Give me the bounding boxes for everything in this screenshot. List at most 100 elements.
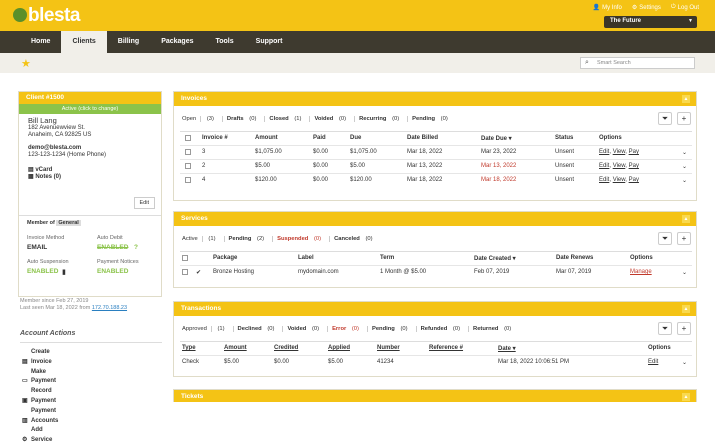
tab-pending[interactable]: Pending (2) (225, 236, 274, 242)
tab-voided[interactable]: Voided (0) (310, 116, 356, 122)
client-name: Bill Lang (28, 116, 57, 125)
create-invoice-action[interactable]: ▤Create Invoice (22, 348, 52, 368)
edit-link[interactable]: Edit (599, 149, 609, 155)
pay-link[interactable]: Pay (629, 177, 639, 183)
nav-billing[interactable]: Billing (107, 31, 150, 53)
add-service-action[interactable]: ⚙Add Service (22, 426, 52, 446)
nav-home[interactable]: Home (20, 31, 61, 53)
view-link[interactable]: View (613, 149, 626, 155)
edit-link[interactable]: Edit (599, 177, 609, 183)
row-checkbox[interactable] (185, 177, 191, 183)
add-icon[interactable]: + (677, 322, 691, 335)
member-group: Member of General (19, 215, 161, 230)
nav-support[interactable]: Support (245, 31, 294, 53)
row-checkbox[interactable] (185, 163, 191, 169)
tab-open[interactable]: Open (3) (182, 116, 223, 122)
invoices-header: Invoices ▲ (174, 92, 696, 106)
table-row: 3 $1,075.00 $0.00 $1,075.00 Mar 18, 2022… (180, 145, 692, 158)
account-actions-title: Account Actions (20, 330, 76, 337)
tab-pending[interactable]: Pending (0) (368, 326, 417, 332)
star-icon[interactable]: ★ (21, 57, 31, 70)
notes-link[interactable]: ▦ Notes (0) (28, 174, 152, 182)
chevron-down-icon[interactable]: ⌄ (682, 269, 687, 276)
client-address1: 182 Avenuewview St. (28, 124, 85, 131)
settings-link[interactable]: ⚙ Settings (632, 4, 661, 12)
sort-date[interactable]: Date ▾ (498, 345, 516, 352)
row-checkbox[interactable] (185, 149, 191, 155)
tab-canceled[interactable]: Canceled (0) (330, 236, 381, 242)
sort-date-created[interactable]: Date Created ▾ (474, 255, 516, 262)
table-header: Type Amount Credited Applied Number Refe… (180, 341, 692, 354)
blesta-logo[interactable]: blesta (13, 5, 80, 27)
collapse-icon[interactable]: ▲ (682, 95, 690, 103)
check-icon: ✔ (196, 270, 202, 276)
edit-client-button[interactable]: Edit (133, 197, 155, 209)
payment-notices-value: ENABLED (97, 268, 129, 275)
services-tabs: Active (1) Pending (2) Suspended (0) Can… (182, 236, 381, 242)
record-payment-action[interactable]: ▣Record Payment (22, 387, 56, 407)
tickets-header: Tickets ▲ (174, 390, 696, 402)
tab-pending[interactable]: Pending (0) (408, 116, 456, 122)
last-ip-link[interactable]: 172.70.188.23 (92, 305, 127, 311)
tab-drafts[interactable]: Drafts (0) (223, 116, 266, 122)
filter-icon[interactable]: ⏷ (658, 112, 672, 125)
lock-icon: ▮ (62, 269, 66, 276)
tab-declined[interactable]: Declined (0) (234, 326, 284, 332)
payment-accounts-action[interactable]: ▥Payment Accounts (22, 407, 58, 427)
search-input[interactable]: ⌕ Smart Search (580, 57, 695, 69)
tab-error[interactable]: Error (0) (328, 326, 368, 332)
add-icon[interactable]: + (677, 112, 691, 125)
client-status-button[interactable]: Active (click to change) (19, 104, 161, 114)
select-all-checkbox[interactable] (185, 135, 191, 141)
tab-recurring[interactable]: Recurring (0) (355, 116, 409, 122)
transactions-tabs: Approved (1) Declined (0) Voided (0) Err… (182, 326, 519, 332)
tab-active[interactable]: Active (1) (182, 236, 225, 242)
vcard-link[interactable]: ▤ vCard (28, 167, 152, 175)
collapse-icon[interactable]: ▲ (682, 215, 690, 223)
view-link[interactable]: View (613, 177, 626, 183)
chevron-down-icon[interactable]: ⌄ (682, 359, 687, 366)
nav-packages[interactable]: Packages (150, 31, 204, 53)
edit-link[interactable]: Edit (599, 163, 609, 169)
collapse-icon[interactable]: ▲ (682, 393, 690, 401)
invoice-icon: ▤ (22, 358, 28, 365)
tab-suspended[interactable]: Suspended (0) (273, 236, 331, 242)
filter-icon[interactable]: ⏷ (658, 232, 672, 245)
table-row: ✔ Bronze Hosting mydomain.com 1 Month @ … (180, 265, 692, 278)
client-phone: 123-123-1234 (Home Phone) (28, 152, 107, 158)
row-checkbox[interactable] (182, 269, 188, 275)
nav-clients[interactable]: Clients (61, 31, 107, 53)
view-link[interactable]: View (613, 163, 626, 169)
my-info-link[interactable]: 👤 My Info (593, 4, 622, 12)
payment-icon: ▭ (22, 378, 28, 385)
chevron-down-icon[interactable]: ⌄ (682, 149, 687, 156)
chevron-down-icon[interactable]: ⌄ (682, 177, 687, 184)
client-email[interactable]: demo@blesta.com (28, 145, 152, 153)
search-icon: ⌕ (585, 59, 589, 66)
logout-link[interactable]: ⏻ Log Out (671, 4, 699, 11)
nav-tools[interactable]: Tools (205, 31, 245, 53)
tab-voided[interactable]: Voided (0) (283, 326, 329, 332)
top-links: 👤 My Info ⚙ Settings ⏻ Log Out (593, 4, 699, 11)
make-payment-action[interactable]: ▭Make Payment (22, 368, 56, 388)
tab-closed[interactable]: Closed (1) (265, 116, 311, 122)
filter-icon[interactable]: ⏷ (658, 322, 672, 335)
tab-approved[interactable]: Approved (1) (182, 326, 234, 332)
company-select[interactable]: The Future (604, 16, 697, 28)
collapse-icon[interactable]: ▲ (682, 305, 690, 313)
tab-returned[interactable]: Returned (0) (469, 326, 519, 332)
edit-transaction-link[interactable]: Edit (648, 359, 658, 365)
table-header: Invoice # Amount Paid Due Date Billed Da… (180, 131, 692, 144)
sort-date-due[interactable]: Date Due ▾ (481, 135, 512, 142)
manage-link[interactable]: Manage (630, 269, 652, 275)
select-all-checkbox[interactable] (182, 255, 188, 261)
accounts-icon: ▥ (22, 417, 28, 424)
chevron-down-icon[interactable]: ⌄ (682, 163, 687, 170)
transactions-header: Transactions ▲ (174, 302, 696, 316)
add-icon[interactable]: + (677, 232, 691, 245)
tab-refunded[interactable]: Refunded (0) (417, 326, 470, 332)
help-icon[interactable]: ? (134, 244, 138, 251)
tickets-panel: Tickets ▲ (173, 389, 697, 402)
pay-link[interactable]: Pay (629, 163, 639, 169)
pay-link[interactable]: Pay (629, 149, 639, 155)
